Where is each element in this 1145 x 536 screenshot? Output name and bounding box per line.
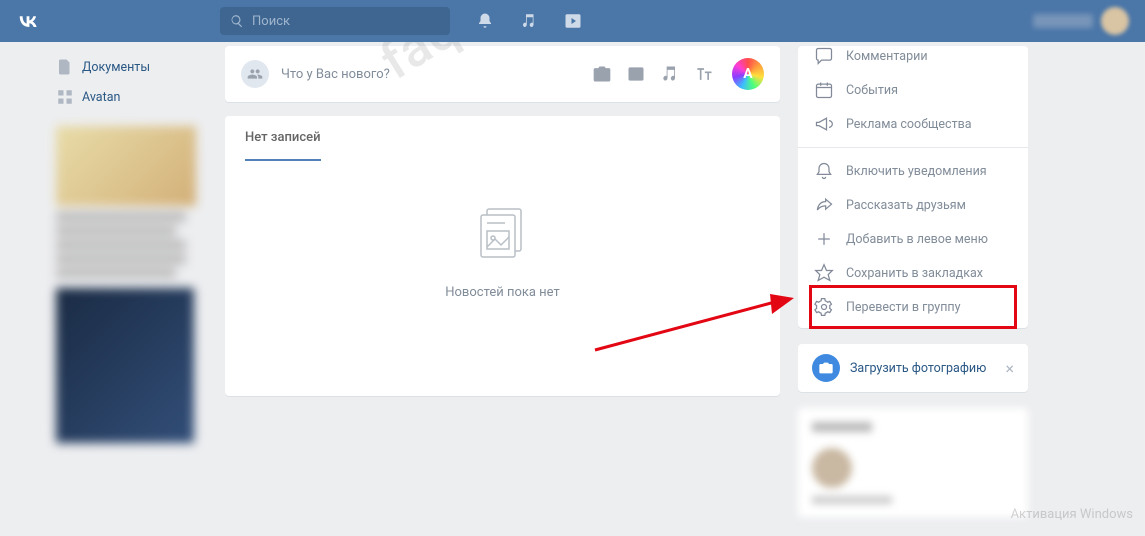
star-icon bbox=[814, 263, 834, 283]
top-header: Поиск bbox=[0, 0, 1145, 42]
text-icon[interactable] bbox=[694, 64, 714, 84]
post-composer[interactable]: Что у Вас нового? А bbox=[225, 46, 780, 102]
video-icon[interactable] bbox=[564, 12, 582, 30]
camera-icon[interactable] bbox=[592, 64, 612, 84]
action-list: Комментарии События Реклама сообщества В… bbox=[798, 46, 1028, 328]
action-events[interactable]: События bbox=[814, 73, 1012, 107]
action-label: Сохранить в закладках bbox=[846, 266, 983, 281]
feed-empty: Новостей пока нет bbox=[225, 161, 780, 340]
action-add-left[interactable]: Добавить в левое меню bbox=[814, 222, 1012, 256]
action-label: Включить уведомления bbox=[846, 164, 987, 179]
comment-icon bbox=[814, 46, 834, 66]
bell-icon[interactable] bbox=[476, 12, 494, 30]
feed-tabs: Нет записей bbox=[225, 116, 780, 161]
action-label: Реклама сообщества bbox=[846, 117, 972, 132]
plus-icon bbox=[814, 229, 834, 249]
sidebar-item-label: Avatan bbox=[82, 90, 120, 105]
search-input[interactable]: Поиск bbox=[220, 7, 450, 35]
sidebar-item-documents[interactable]: Документы bbox=[56, 52, 215, 82]
close-icon[interactable]: × bbox=[1005, 359, 1014, 378]
action-notify[interactable]: Включить уведомления bbox=[814, 154, 1012, 188]
user-name bbox=[1033, 14, 1093, 28]
separator bbox=[798, 147, 1028, 148]
right-sidebar: Комментарии События Реклама сообщества В… bbox=[798, 46, 1028, 518]
center-column: Что у Вас нового? А Нет записей Новостей… bbox=[225, 46, 780, 518]
tab-no-posts[interactable]: Нет записей bbox=[245, 116, 321, 161]
sidebar-left: Документы Avatan bbox=[0, 46, 215, 518]
music-icon[interactable] bbox=[520, 12, 538, 30]
sidebar-item-label: Документы bbox=[82, 60, 150, 75]
contacts-block bbox=[798, 408, 1028, 518]
action-share[interactable]: Рассказать друзьям bbox=[814, 188, 1012, 222]
camera-icon bbox=[812, 354, 840, 382]
feed-empty-text: Новостей пока нет bbox=[225, 285, 780, 300]
megaphone-icon bbox=[814, 114, 834, 134]
grid-icon bbox=[56, 88, 74, 106]
upload-label: Загрузить фотографию bbox=[850, 361, 1005, 376]
action-ads[interactable]: Реклама сообщества bbox=[814, 107, 1012, 141]
share-icon bbox=[814, 195, 834, 215]
action-comments[interactable]: Комментарии bbox=[814, 46, 1012, 73]
calendar-icon bbox=[814, 80, 834, 100]
bell-icon bbox=[814, 161, 834, 181]
search-icon bbox=[230, 14, 244, 28]
vk-logo[interactable] bbox=[16, 9, 40, 33]
header-icons bbox=[476, 12, 582, 30]
community-avatar bbox=[241, 60, 269, 88]
upload-photo[interactable]: Загрузить фотографию × bbox=[798, 344, 1028, 392]
feed: Нет записей Новостей пока нет bbox=[225, 116, 780, 396]
avatar bbox=[1101, 7, 1129, 35]
action-label: События bbox=[846, 83, 898, 98]
search-placeholder: Поиск bbox=[252, 14, 290, 29]
sidebar-promo bbox=[56, 126, 215, 278]
header-user[interactable] bbox=[1033, 7, 1129, 35]
windows-activation: Активация Windows bbox=[1011, 507, 1133, 522]
empty-feed-icon bbox=[471, 201, 535, 265]
music-icon[interactable] bbox=[660, 64, 680, 84]
post-placeholder: Что у Вас нового? bbox=[281, 67, 592, 82]
action-label: Добавить в левое меню bbox=[846, 232, 988, 247]
gear-icon bbox=[814, 297, 834, 317]
action-label: Перевести в группу bbox=[846, 300, 961, 315]
sidebar-promo bbox=[56, 288, 194, 443]
document-icon bbox=[56, 58, 74, 76]
user-badge[interactable]: А bbox=[732, 58, 764, 90]
action-label: Рассказать друзьям bbox=[846, 198, 966, 213]
video-icon[interactable] bbox=[626, 64, 646, 84]
action-to-group[interactable]: Перевести в группу bbox=[814, 290, 1012, 324]
post-tools bbox=[592, 64, 714, 84]
action-bookmark[interactable]: Сохранить в закладках bbox=[814, 256, 1012, 290]
sidebar-item-avatan[interactable]: Avatan bbox=[56, 82, 215, 112]
action-label: Комментарии bbox=[846, 49, 928, 64]
